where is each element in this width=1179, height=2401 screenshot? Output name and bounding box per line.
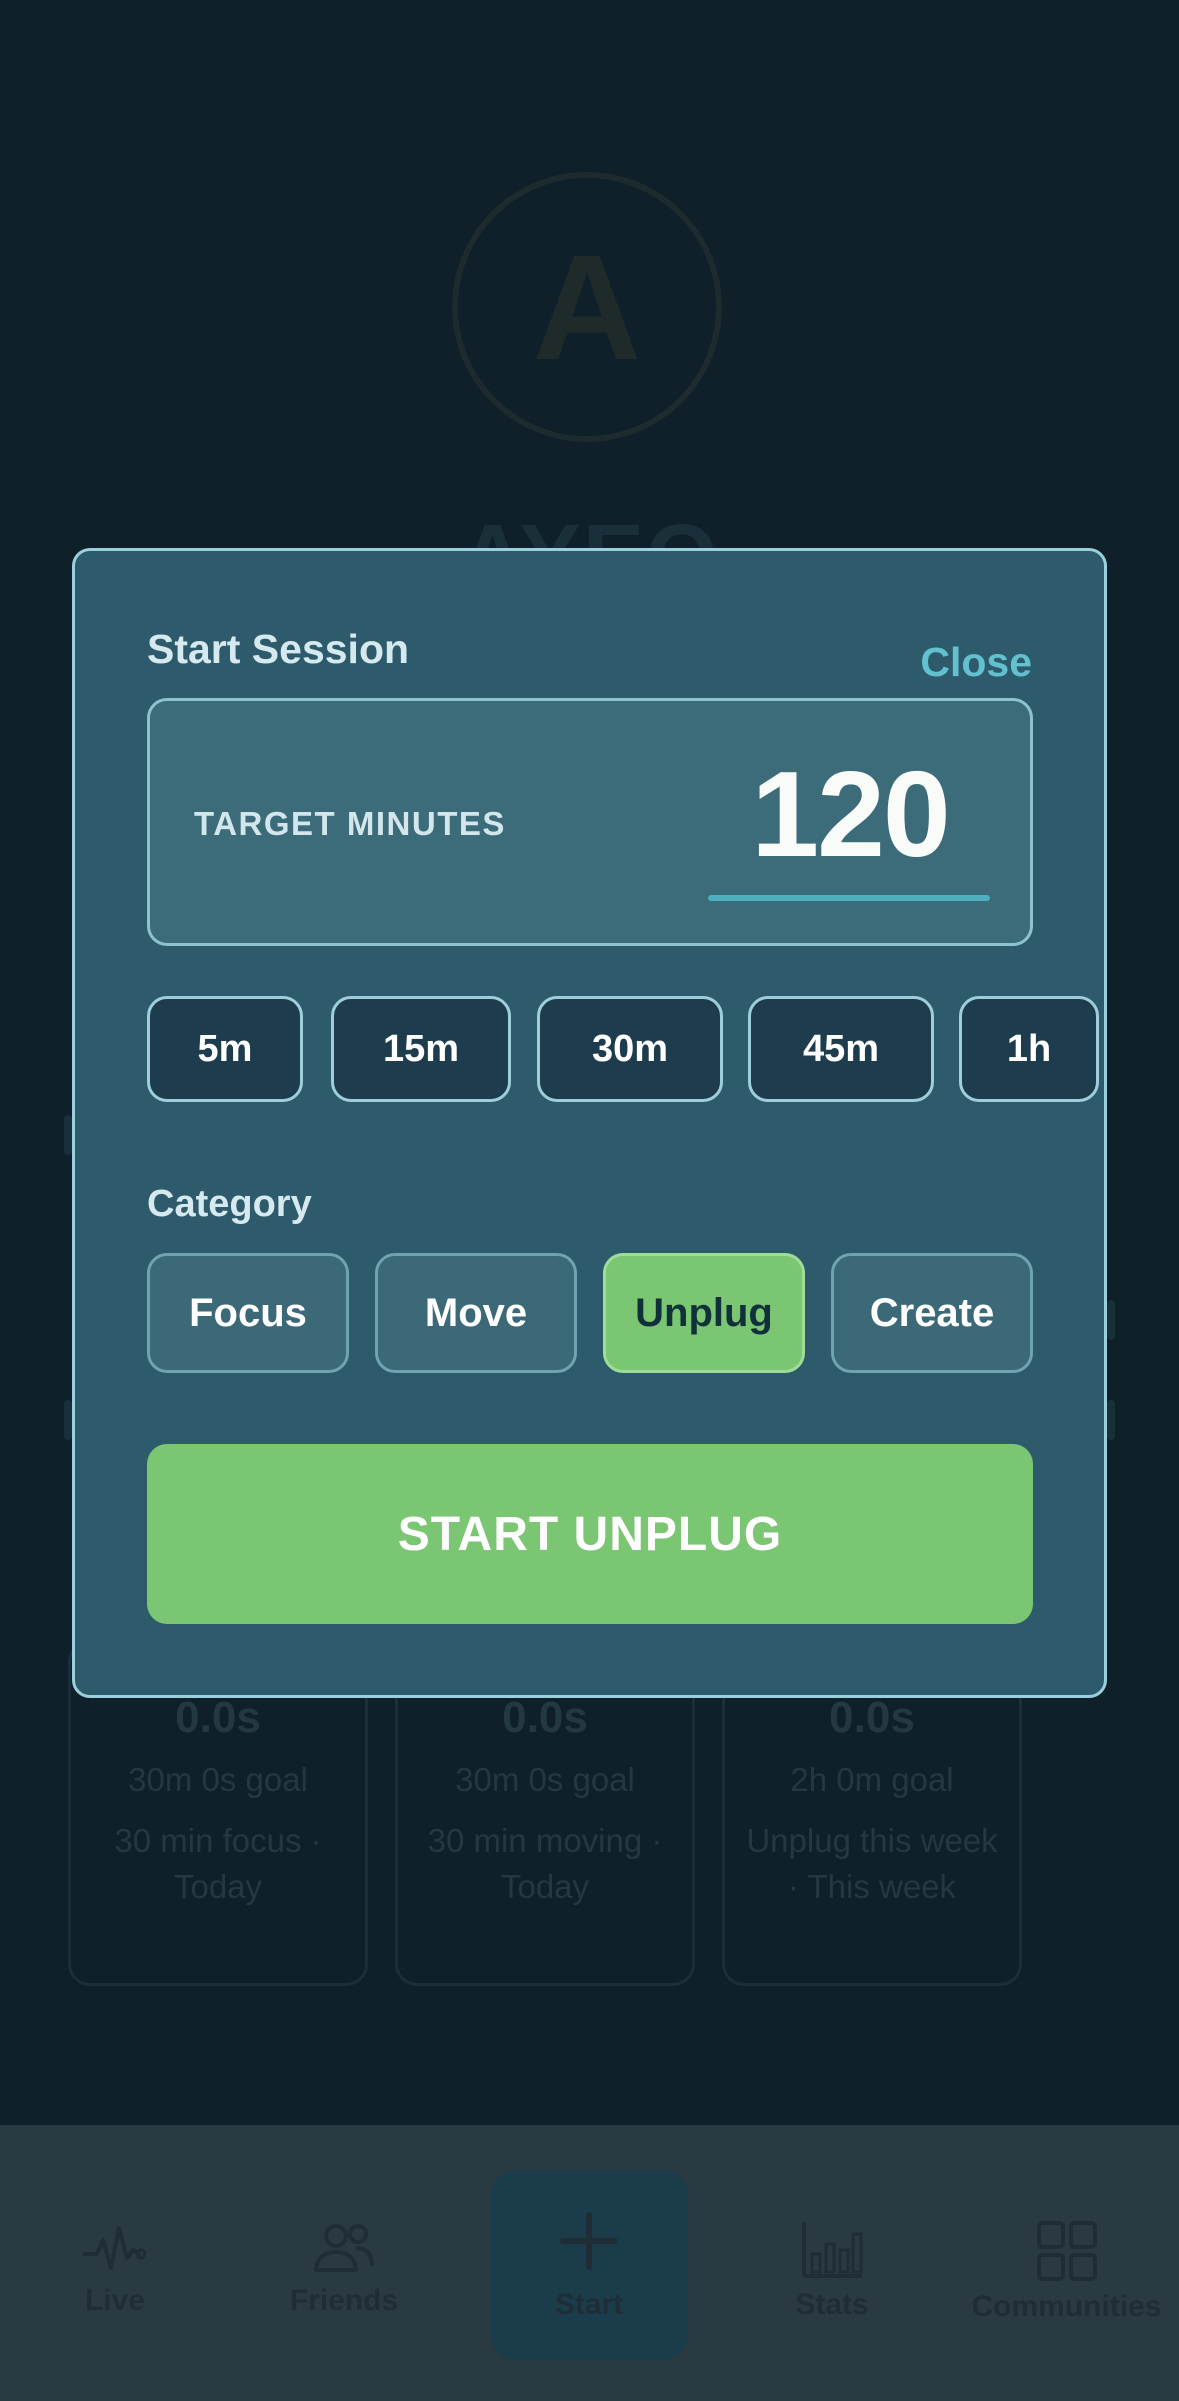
- nav-item-live[interactable]: Live: [25, 2220, 205, 2318]
- pulse-icon: [83, 2226, 147, 2270]
- nav-label: Stats: [795, 2288, 869, 2321]
- category-focus-button[interactable]: Focus: [147, 1253, 349, 1373]
- bar-chart-icon: [802, 2222, 863, 2278]
- preset-30m-button[interactable]: 30m: [537, 996, 723, 1102]
- goal-progress-value: 0.0s: [502, 1693, 588, 1742]
- profile-avatar: A: [452, 172, 722, 442]
- target-input-underline: [708, 895, 990, 901]
- card-edge-mark: [1107, 1300, 1115, 1340]
- preset-5m-button[interactable]: 5m: [147, 996, 303, 1102]
- target-minutes-input[interactable]: 120: [710, 753, 990, 875]
- nav-label: Communities: [971, 2290, 1162, 2323]
- bottom-nav: Live Friends Start Stats Communities: [0, 2125, 1179, 2401]
- goal-description: 30 min focus · Today: [114, 1822, 322, 1905]
- grid-icon: [1036, 2221, 1097, 2281]
- nav-item-communities[interactable]: Communities: [954, 2220, 1179, 2324]
- category-move-button[interactable]: Move: [375, 1253, 577, 1373]
- avatar-letter: A: [532, 223, 642, 391]
- target-minutes-label: TARGET MINUTES: [194, 805, 506, 842]
- nav-label: Start: [554, 2288, 624, 2321]
- preset-45m-button[interactable]: 45m: [748, 996, 934, 1102]
- goal-description: 30 min moving · Today: [427, 1822, 663, 1905]
- goal-target: 30m 0s goal: [455, 1761, 635, 1798]
- close-button[interactable]: Close: [920, 639, 1032, 686]
- goal-progress-value: 0.0s: [175, 1693, 261, 1742]
- card-edge-mark: [1107, 1400, 1115, 1440]
- goal-target: 2h 0m goal: [790, 1761, 954, 1798]
- goal-progress-value: 0.0s: [829, 1693, 915, 1742]
- card-edge-mark: [64, 1115, 72, 1155]
- goal-description: Unplug this week · This week: [746, 1822, 998, 1905]
- modal-title: Start Session: [147, 626, 410, 672]
- nav-item-stats[interactable]: Stats: [742, 2220, 922, 2322]
- category-unplug-button[interactable]: Unplug: [603, 1253, 805, 1373]
- category-create-button[interactable]: Create: [831, 1253, 1033, 1373]
- goal-target: 30m 0s goal: [128, 1761, 308, 1798]
- preset-1h-button[interactable]: 1h: [959, 996, 1099, 1102]
- nav-label: Friends: [289, 2284, 399, 2317]
- nav-item-friends[interactable]: Friends: [254, 2220, 434, 2318]
- start-session-modal: Start Session Close TARGET MINUTES 120 5…: [72, 548, 1107, 1698]
- nav-item-start[interactable]: Start: [490, 2170, 688, 2360]
- plus-icon: [560, 2212, 618, 2270]
- nav-label: Live: [84, 2284, 146, 2317]
- start-session-button[interactable]: START UNPLUG: [147, 1444, 1033, 1624]
- friends-icon: [314, 2224, 374, 2272]
- category-heading: Category: [147, 1183, 312, 1225]
- target-minutes-box: TARGET MINUTES 120: [147, 698, 1033, 946]
- preset-15m-button[interactable]: 15m: [331, 996, 511, 1102]
- card-edge-mark: [64, 1400, 72, 1440]
